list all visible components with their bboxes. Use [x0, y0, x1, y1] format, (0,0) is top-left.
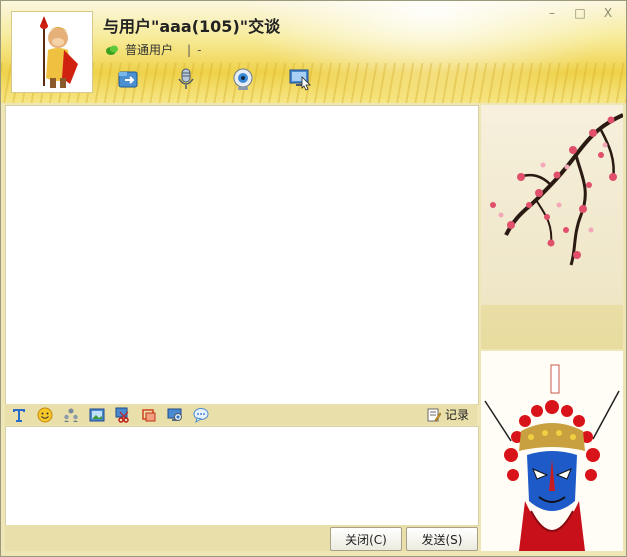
chat-bubble-button[interactable]	[193, 407, 209, 423]
plum-blossom-panel	[481, 105, 623, 349]
video-button[interactable]	[231, 67, 255, 91]
image-icon	[89, 408, 105, 421]
send-button[interactable]: 发送(S)	[406, 527, 478, 551]
chat-window: 与用户"aaa(105)"交谈 普通用户 | - – □ X 记录 关闭(C) …	[0, 0, 627, 557]
shake-button[interactable]	[141, 407, 157, 423]
header-toolbar	[117, 67, 312, 91]
close-button[interactable]: X	[598, 5, 618, 21]
status-extra: -	[197, 42, 202, 57]
remote-assist-button[interactable]	[288, 67, 312, 91]
user-status-row: 普通用户 | -	[105, 41, 201, 58]
window-controls: – □ X	[542, 5, 618, 21]
message-input[interactable]	[5, 426, 479, 526]
screen-share-button[interactable]	[167, 407, 183, 423]
user-status-label: 普通用户	[125, 43, 174, 57]
microphone-icon	[178, 68, 194, 89]
screen-capture-icon	[115, 407, 129, 423]
file-transfer-icon	[118, 71, 138, 88]
minimize-button[interactable]: –	[542, 5, 562, 21]
webcam-icon	[233, 68, 253, 90]
record-icon	[427, 408, 441, 421]
chat-header: 与用户"aaa(105)"交谈 普通用户 | - – □ X	[1, 1, 626, 103]
voice-button[interactable]	[174, 67, 198, 91]
input-toolbar: 记录	[5, 404, 477, 425]
close-chat-button[interactable]: 关闭(C)	[330, 527, 402, 551]
chat-bubble-icon	[193, 407, 209, 423]
chat-record-button[interactable]: 记录	[427, 406, 469, 423]
screen-capture-button[interactable]	[115, 407, 131, 423]
chat-record-label: 记录	[444, 408, 469, 422]
message-history[interactable]	[5, 105, 479, 405]
shake-icon	[142, 408, 156, 421]
font-icon	[13, 408, 25, 422]
monkey-king-avatar-icon	[40, 16, 78, 88]
screen-share-icon	[167, 408, 182, 421]
plum-blossom-icon	[481, 113, 623, 349]
image-button[interactable]	[89, 407, 105, 423]
opera-mask-panel	[481, 351, 623, 551]
contacts-icon	[64, 408, 78, 422]
file-transfer-button[interactable]	[117, 67, 141, 91]
contacts-button[interactable]	[63, 407, 79, 423]
emoticon-icon	[37, 407, 53, 422]
page-title: 与用户"aaa(105)"交谈	[103, 17, 281, 36]
opera-mask-icon	[484, 364, 620, 551]
maximize-button[interactable]: □	[570, 5, 590, 21]
emoticon-button[interactable]	[37, 407, 53, 423]
font-button[interactable]	[11, 407, 27, 423]
status-separator: |	[187, 42, 192, 57]
status-icon	[106, 45, 118, 55]
remote-desktop-icon	[289, 69, 311, 91]
avatar[interactable]	[11, 11, 93, 93]
